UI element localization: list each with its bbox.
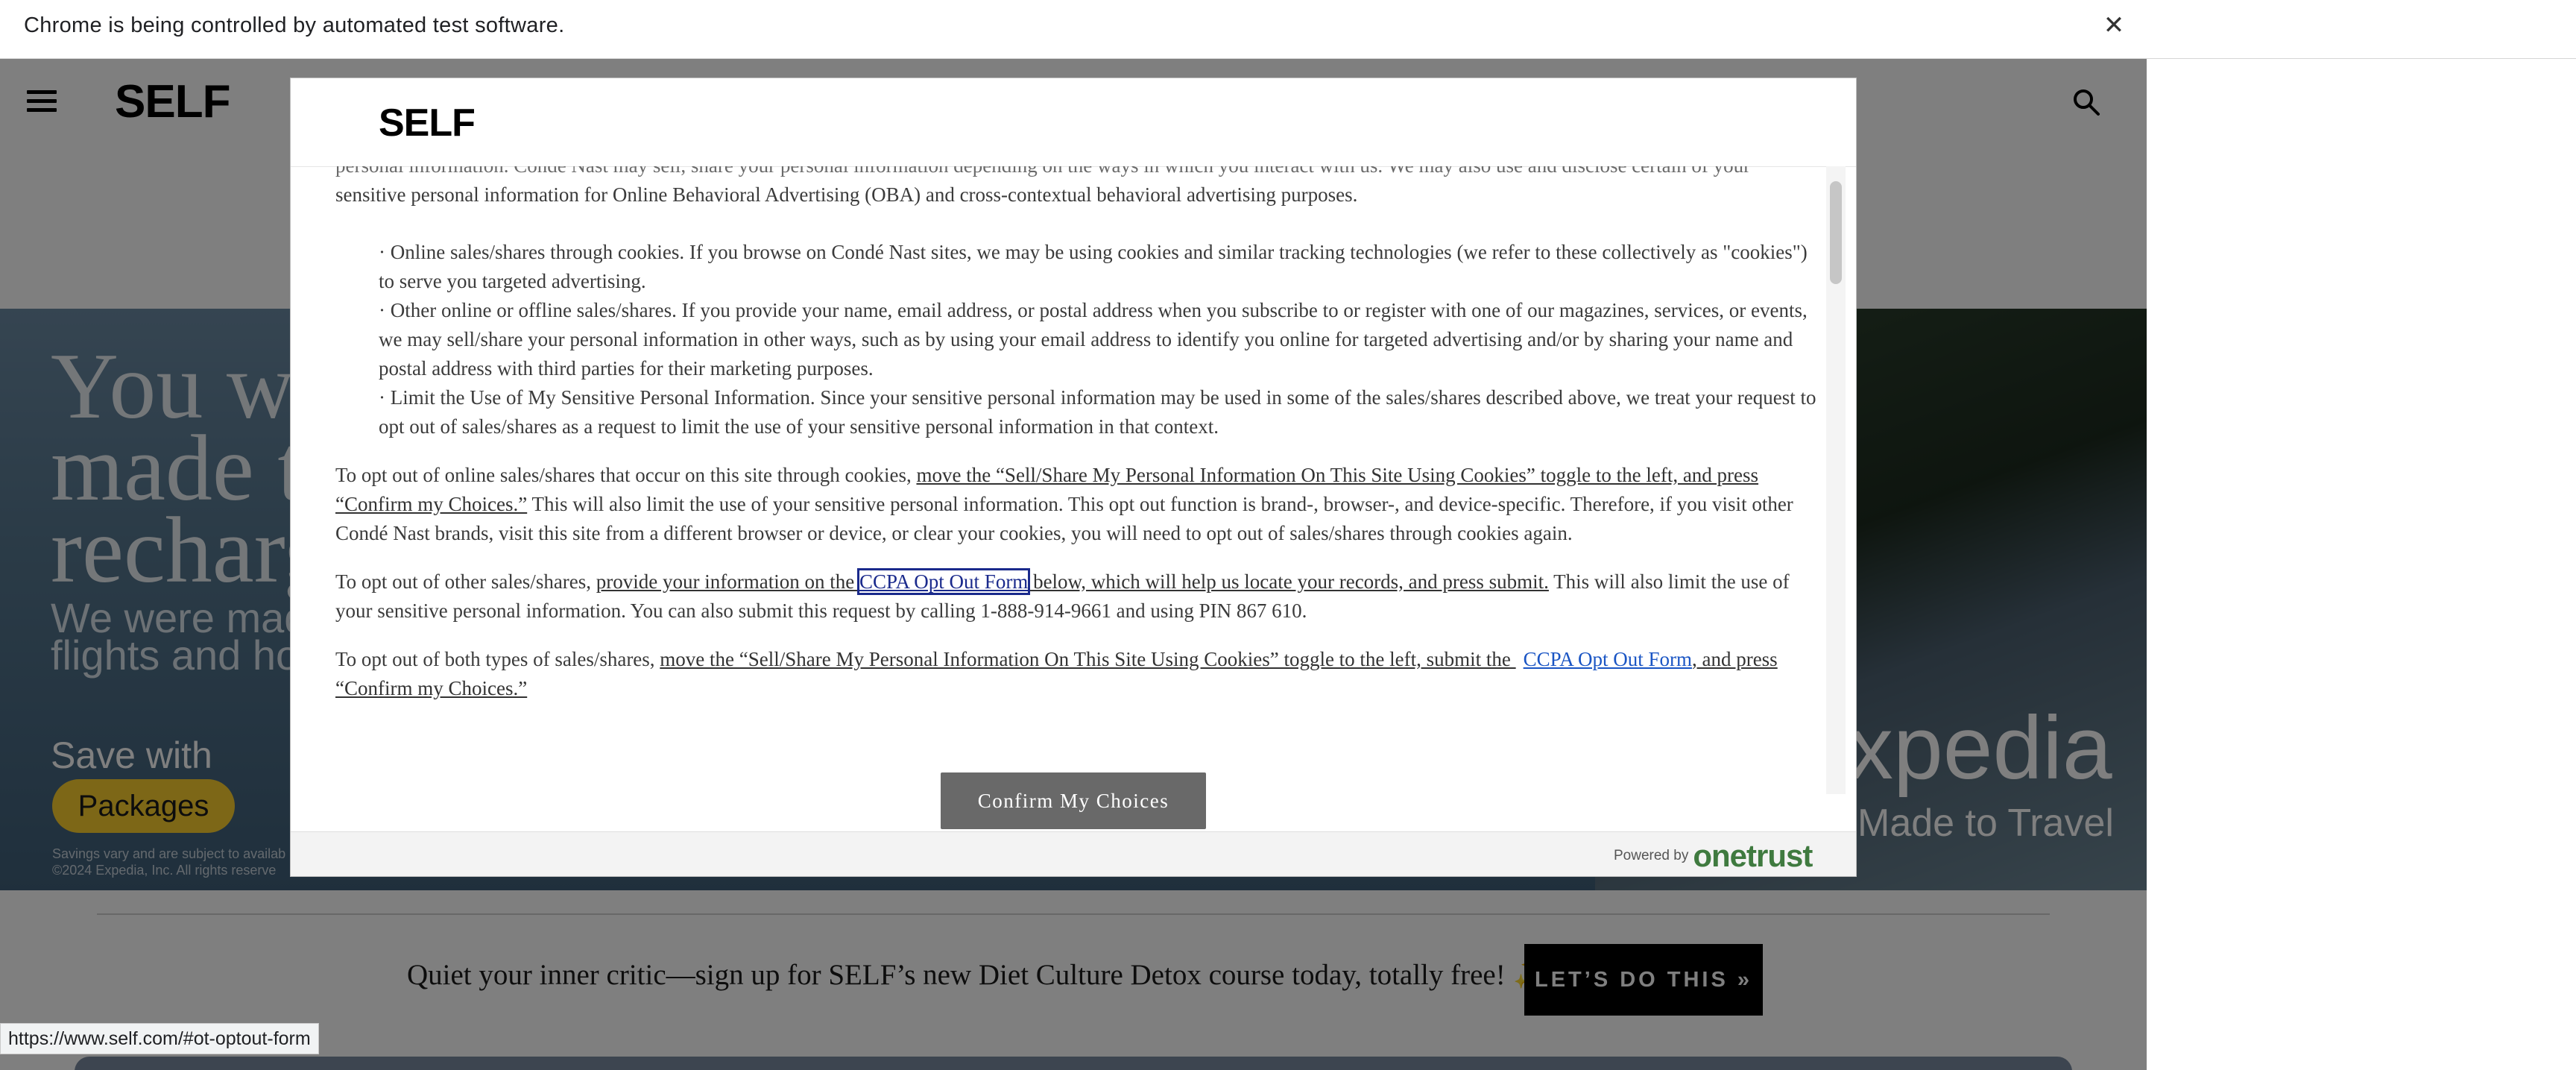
modal-logo: SELF xyxy=(379,101,476,145)
bullet-cookies: · Online sales/shares through cookies. I… xyxy=(379,241,1808,292)
p3-text-a: To opt out of both types of sales/shares… xyxy=(335,648,660,670)
p1-text-b: This will also limit the use of your sen… xyxy=(335,493,1793,544)
toggle-submit-link[interactable]: move the “Sell/Share My Personal Informa… xyxy=(660,648,1515,670)
bullet-other: · Other online or offline sales/shares. … xyxy=(379,299,1808,380)
close-icon[interactable]: ✕ xyxy=(2100,12,2127,39)
intro-text: sensitive personal information for Onlin… xyxy=(335,183,1358,206)
bullet-limit: · Limit the Use of My Sensitive Personal… xyxy=(379,386,1816,438)
modal-footer: Powered by onetrust xyxy=(291,831,1856,876)
automation-infobar: Chrome is being controlled by automated … xyxy=(0,0,2576,59)
ccpa-form-link-2[interactable]: CCPA Opt Out Form xyxy=(1524,648,1692,670)
ccpa-form-link[interactable]: CCPA Opt Out Form xyxy=(856,568,1031,595)
modal-header: SELF xyxy=(291,78,1856,167)
confirm-choices-button[interactable]: Confirm My Choices xyxy=(941,772,1206,829)
p1-text-a: To opt out of online sales/shares that o… xyxy=(335,464,917,486)
provide-info-link[interactable]: provide your information on the xyxy=(596,570,859,593)
onetrust-logo: onetrust xyxy=(1693,838,1813,873)
status-url-tooltip: https://www.self.com/#ot-optout-form xyxy=(0,1023,319,1054)
privacy-modal: SELF personal information. Condé Nast ma… xyxy=(291,78,1856,876)
paragraph-cookies: To opt out of online sales/shares that o… xyxy=(335,461,1819,548)
powered-by[interactable]: Powered by onetrust xyxy=(1614,838,1813,874)
paragraph-other: To opt out of other sales/shares, provid… xyxy=(335,567,1819,626)
powered-by-text: Powered by xyxy=(1614,848,1689,864)
infobar-text: Chrome is being controlled by automated … xyxy=(24,13,565,37)
p2-text-a: To opt out of other sales/shares, xyxy=(335,570,596,593)
modal-body[interactable]: personal information. Condé Nast may sel… xyxy=(335,166,1819,794)
scrollbar-thumb[interactable] xyxy=(1830,181,1842,284)
paragraph-both: To opt out of both types of sales/shares… xyxy=(335,645,1819,703)
intro-faded: personal information. Condé Nast may sel… xyxy=(335,166,1819,180)
locate-records-link[interactable]: below, which will help us locate your re… xyxy=(1028,570,1549,593)
